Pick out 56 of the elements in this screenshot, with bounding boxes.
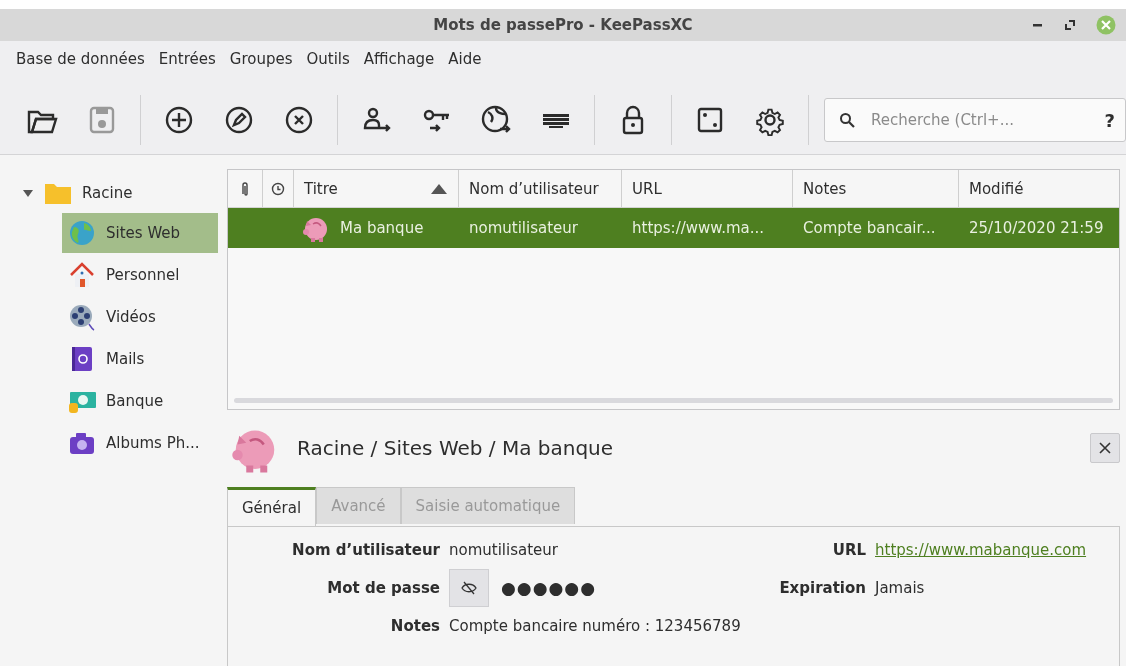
help-button[interactable]: ?	[1104, 109, 1115, 131]
tree-item[interactable]: Vidéos	[62, 297, 218, 337]
maximize-icon[interactable]	[1064, 19, 1076, 31]
table-cell: nomutilisateur	[469, 219, 578, 237]
tree-item[interactable]: Banque	[62, 381, 218, 421]
table-cell: https://www.ma...	[632, 219, 765, 237]
field-value: nomutilisateur	[449, 541, 558, 559]
column-header[interactable]: Notes	[793, 170, 959, 207]
masked-password: ●●●●●●	[501, 578, 596, 598]
tree-item[interactable]: Albums Ph...	[62, 423, 218, 463]
tab[interactable]: Général	[227, 487, 317, 526]
toggle-visibility-button[interactable]	[449, 569, 489, 607]
tree-item[interactable]: Racine	[0, 173, 222, 213]
field-value: Jamais	[875, 579, 925, 597]
url-link[interactable]: https://www.mabanque.com	[875, 541, 1087, 559]
field-label: Notes	[389, 617, 440, 635]
entry-path: Racine / Sites Web / Ma banque	[297, 436, 615, 460]
column-header[interactable]: Titre	[294, 170, 459, 207]
delete-icon[interactable]	[283, 104, 315, 136]
field-value: Compte bancaire numéro : 123456789	[449, 617, 741, 635]
film-reel-icon	[68, 303, 96, 331]
field-label: Expiration	[778, 579, 866, 597]
close-icon[interactable]	[1099, 442, 1111, 454]
field-label: URL	[831, 541, 866, 559]
column-header[interactable]: Nom d’utilisateur	[459, 170, 622, 207]
house-icon	[68, 261, 96, 289]
tree-item[interactable]: Sites Web	[62, 213, 218, 253]
search-field[interactable]: Recherche (Ctrl+... ?	[824, 98, 1126, 142]
table-cell: Ma banque	[340, 219, 424, 237]
menu-item[interactable]: Aide	[448, 50, 482, 78]
menu-item[interactable]: Outils	[306, 50, 350, 78]
scrollbar[interactable]	[234, 398, 1113, 403]
folder-icon	[44, 181, 72, 205]
menu-item[interactable]: Base de données	[16, 50, 145, 78]
menu-item[interactable]: Entrées	[158, 50, 216, 78]
tree-item[interactable]: Personnel	[62, 255, 218, 295]
search-icon	[839, 112, 855, 128]
add-icon[interactable]	[163, 104, 195, 136]
menu-item[interactable]: Groupes	[229, 50, 293, 78]
eye-slash-icon	[461, 581, 477, 595]
table-cell: 25/10/2020 21:59	[969, 219, 1104, 237]
paperclip-icon	[240, 180, 250, 197]
tree-item[interactable]: Mails	[62, 339, 218, 379]
field-label: Nom d’utilisateur	[291, 541, 440, 559]
field-label: Mot de passe	[326, 579, 440, 597]
clock-icon	[271, 181, 285, 196]
collapse-arrow-icon[interactable]	[22, 187, 34, 199]
table-cell: Compte bancair...	[803, 219, 936, 237]
edit-icon[interactable]	[223, 104, 255, 136]
close-button[interactable]	[1090, 433, 1120, 463]
globe-icon	[68, 219, 96, 247]
table-row[interactable]: Ma banque nomutilisateur https://www.ma... Compte bancair... 25/10/2020 21:59	[228, 208, 1119, 248]
column-header[interactable]: URL	[622, 170, 793, 207]
menu-item[interactable]: Affichage	[363, 50, 435, 78]
window-title: Mots de passePro - KeePassXC	[433, 16, 693, 34]
column-header[interactable]: Modifié	[959, 170, 1119, 207]
